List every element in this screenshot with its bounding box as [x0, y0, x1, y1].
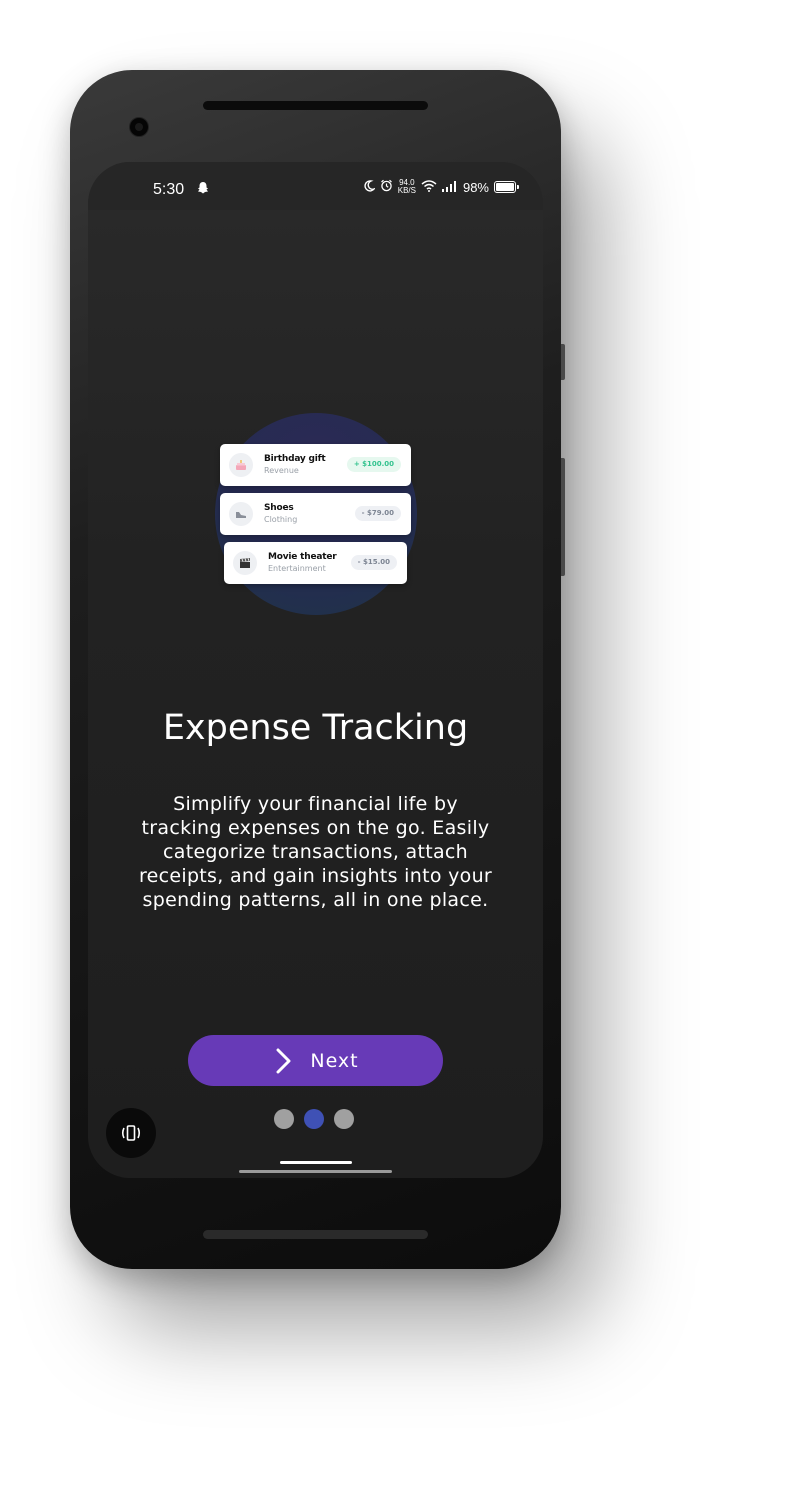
page-dot-active[interactable] [304, 1109, 324, 1129]
home-indicator[interactable] [280, 1161, 352, 1164]
power-button [561, 458, 565, 576]
page-dot[interactable] [334, 1109, 354, 1129]
volume-button [561, 344, 565, 380]
next-button-label: Next [310, 1049, 359, 1072]
app-screen: 5:30 94.0 KB/S 98% Birthday gift Revenue… [88, 162, 543, 1178]
page-dot[interactable] [274, 1109, 294, 1129]
rotate-icon [121, 1125, 141, 1141]
transaction-name: Shoes [264, 503, 294, 513]
transaction-name: Movie theater [268, 552, 337, 562]
page-description: Simplify your financial life by tracking… [138, 793, 493, 911]
bottom-speaker [203, 1230, 428, 1239]
front-camera [129, 117, 149, 137]
transaction-card: Movie theater Entertainment - $15.00 [224, 542, 407, 584]
transaction-amount: + $100.00 [346, 457, 401, 472]
transaction-card: Shoes Clothing - $79.00 [220, 493, 411, 535]
transaction-category: Entertainment [268, 564, 326, 573]
clapperboard-icon [233, 551, 257, 575]
transaction-card: Birthday gift Revenue + $100.00 [220, 444, 411, 486]
shoe-icon [229, 502, 253, 526]
transaction-category: Revenue [264, 466, 299, 475]
expense-illustration: Birthday gift Revenue + $100.00 Shoes Cl… [88, 162, 543, 1178]
transaction-amount: - $79.00 [354, 506, 401, 521]
phone-frame: 5:30 94.0 KB/S 98% Birthday gift Revenue… [70, 70, 565, 1269]
rotate-screen-button[interactable] [106, 1108, 156, 1158]
chevron-right-icon [276, 1048, 291, 1073]
transaction-category: Clothing [264, 515, 298, 524]
next-button[interactable]: Next [188, 1035, 443, 1086]
earpiece-speaker [203, 101, 428, 110]
transaction-name: Birthday gift [264, 454, 326, 464]
transaction-amount: - $15.00 [350, 555, 397, 570]
page-indicator [274, 1109, 354, 1129]
navigation-bar[interactable] [239, 1170, 392, 1173]
page-title: Expense Tracking [162, 708, 469, 748]
cake-icon [229, 453, 253, 477]
